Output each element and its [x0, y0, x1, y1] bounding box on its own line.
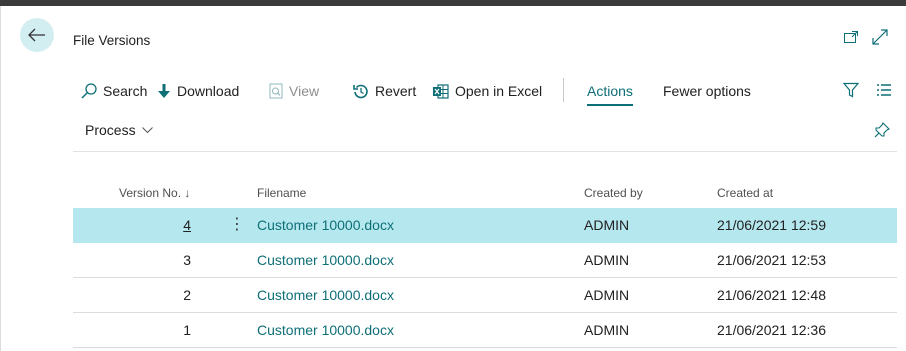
toolbar-divider	[563, 78, 564, 102]
created-at-cell: 21/06/2021 12:59	[717, 217, 826, 233]
column-header-filename[interactable]: Filename	[257, 186, 306, 200]
created-at-cell: 21/06/2021 12:48	[717, 287, 826, 303]
excel-icon	[433, 83, 449, 99]
version-cell[interactable]: 3	[73, 252, 191, 268]
window-controls	[844, 29, 888, 45]
table-row[interactable]: 1 Customer 10000.docx ADMIN 21/06/2021 1…	[73, 313, 897, 348]
kebab-icon[interactable]: ⋮	[229, 214, 245, 234]
actions-tab[interactable]: Actions	[587, 80, 633, 106]
table-header: Version No. ↓ Filename Created by Create…	[73, 180, 897, 208]
search-label: Search	[103, 83, 148, 99]
filename-link[interactable]: Customer 10000.docx	[257, 287, 394, 303]
back-arrow-icon	[28, 28, 45, 42]
list-view-icon[interactable]	[877, 84, 891, 96]
divider	[73, 151, 897, 152]
file-versions-table: Version No. ↓ Filename Created by Create…	[73, 180, 897, 348]
filter-icon[interactable]	[843, 82, 859, 98]
table-row[interactable]: 2 Customer 10000.docx ADMIN 21/06/2021 1…	[73, 278, 897, 313]
created-by-cell: ADMIN	[584, 217, 630, 233]
created-by-cell: ADMIN	[584, 252, 630, 268]
filename-link[interactable]: Customer 10000.docx	[257, 322, 394, 338]
search-action[interactable]: Search	[81, 80, 147, 102]
popout-icon[interactable]	[844, 31, 858, 43]
revert-action[interactable]: Revert	[353, 80, 416, 102]
window-top-border	[0, 0, 906, 6]
process-menu[interactable]: Process	[85, 122, 153, 138]
created-by-cell: ADMIN	[584, 322, 630, 338]
download-action[interactable]: Download	[157, 80, 239, 102]
version-cell[interactable]: 2	[73, 287, 191, 303]
action-bar: Search Download View Revert Open in Exce…	[73, 78, 897, 106]
pin-icon[interactable]	[874, 122, 890, 138]
process-label: Process	[85, 122, 136, 138]
revert-label: Revert	[375, 83, 417, 99]
created-at-cell: 21/06/2021 12:36	[717, 322, 826, 338]
view-label: View	[289, 83, 320, 99]
filename-link[interactable]: Customer 10000.docx	[257, 252, 394, 268]
view-icon	[269, 83, 283, 99]
version-cell[interactable]: 4	[73, 217, 191, 233]
expand-icon[interactable]	[872, 29, 888, 45]
actions-tab-label: Actions	[587, 83, 633, 99]
table-row[interactable]: 4 ⋮ Customer 10000.docx ADMIN 21/06/2021…	[73, 208, 897, 243]
download-icon	[158, 84, 170, 98]
revert-icon	[353, 84, 368, 99]
column-header-created-at[interactable]: Created at	[717, 186, 773, 200]
column-header-created-by[interactable]: Created by	[584, 186, 643, 200]
back-button[interactable]	[20, 18, 54, 52]
fewer-options-button[interactable]: Fewer options	[663, 80, 751, 102]
column-header-version[interactable]: Version No. ↓	[119, 186, 190, 200]
created-at-cell: 21/06/2021 12:53	[717, 252, 826, 268]
page-title: File Versions	[73, 33, 151, 48]
search-icon	[81, 83, 97, 99]
open-in-excel-label: Open in Excel	[455, 83, 543, 99]
download-label: Download	[177, 83, 240, 99]
created-by-cell: ADMIN	[584, 287, 630, 303]
chevron-down-icon	[141, 126, 153, 133]
open-in-excel-action[interactable]: Open in Excel	[433, 80, 542, 102]
window-left-border	[0, 6, 1, 351]
table-row[interactable]: 3 Customer 10000.docx ADMIN 21/06/2021 1…	[73, 243, 897, 278]
fewer-options-label: Fewer options	[663, 83, 751, 99]
view-action[interactable]: View	[269, 80, 319, 102]
actions-tab-underline	[587, 104, 633, 106]
filename-link[interactable]: Customer 10000.docx	[257, 217, 394, 233]
version-cell[interactable]: 1	[73, 322, 191, 338]
